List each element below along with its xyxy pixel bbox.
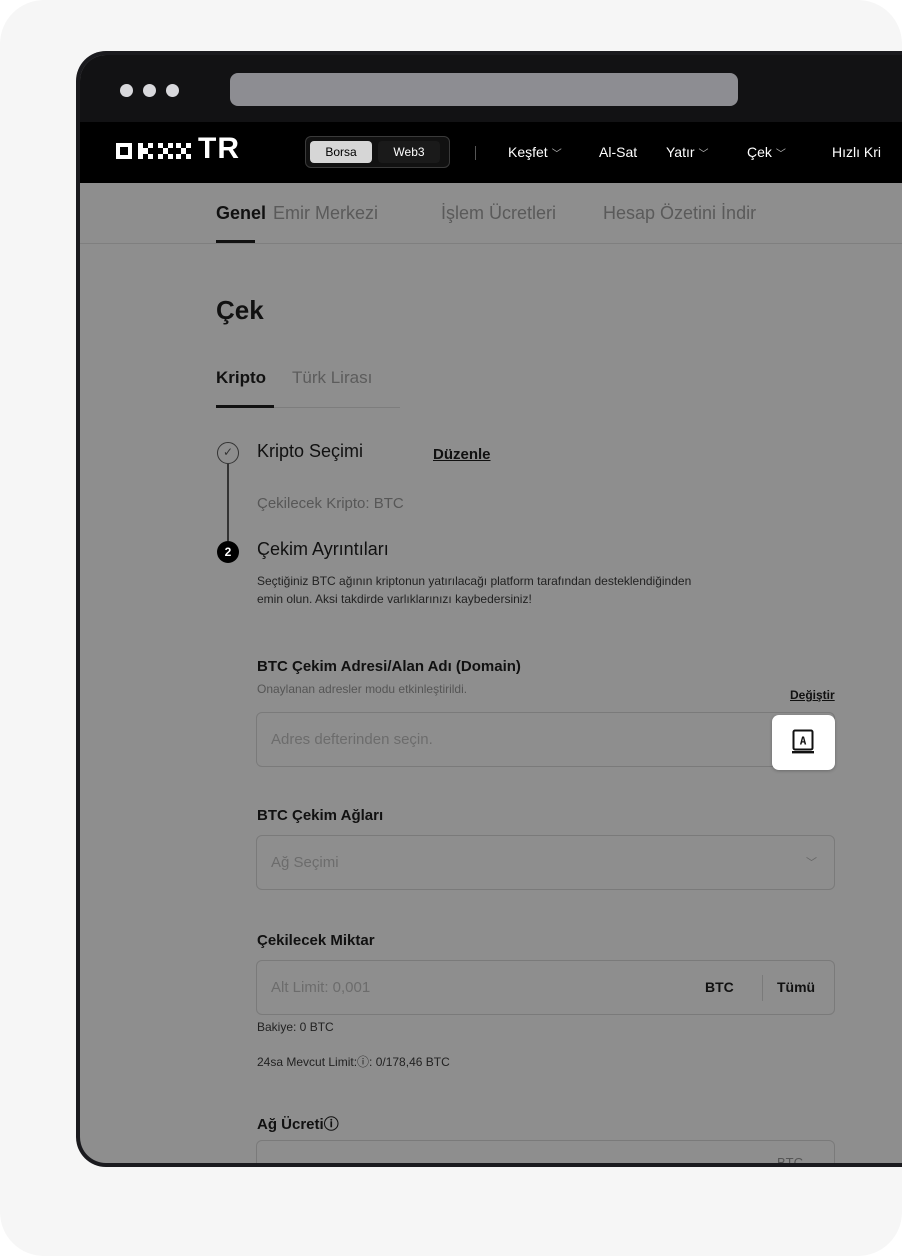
address-label: BTC Çekim Adresi/Alan Adı (Domain)	[257, 658, 521, 675]
amount-unit: BTC	[705, 979, 734, 995]
url-bar[interactable]	[230, 73, 738, 106]
step1-detail: Çekilecek Kripto: BTC	[257, 495, 404, 512]
amount-input[interactable]: Alt Limit: 0,001 BTC Tümü	[256, 960, 835, 1015]
warning-text: Seçtiğiniz BTC ağının kriptonun yatırıla…	[257, 574, 692, 588]
tab-genel[interactable]: Genel	[216, 203, 266, 224]
frame-background: TR Borsa Web3 Keşfet ﹀ Al-Sat Yatır ﹀ Çek ﹀…	[0, 0, 902, 1256]
chevron-down-icon: ﹀	[806, 857, 817, 869]
page-title: Çek	[216, 295, 264, 325]
chevron-down-icon: ﹀	[775, 149, 786, 160]
tab-turk-lirasi[interactable]: Türk Lirası	[292, 368, 372, 388]
segment-switch: Borsa Web3	[305, 136, 450, 168]
warning-text: emin olun. Aksi takdirde varlıklarınızı …	[257, 592, 532, 606]
address-book-button[interactable]: A	[772, 715, 835, 770]
tab-islem-ucretleri[interactable]: İşlem Ücretleri	[441, 203, 556, 224]
site-header: TR Borsa Web3 Keşfet ﹀ Al-Sat Yatır ﹀ Çek ﹀…	[80, 122, 902, 183]
address-book-icon: A	[792, 729, 814, 754]
tab-hesap-ozeti[interactable]: Hesap Özetini İndir	[603, 203, 756, 224]
nav-item-al-sat[interactable]: Al-Sat	[599, 122, 637, 183]
nav-item-cek[interactable]: Çek ﹀	[747, 122, 786, 183]
okx-logo-icon[interactable]	[116, 136, 192, 164]
logo-suffix: TR	[198, 132, 240, 165]
step2-title: Çekim Ayrıntıları	[257, 539, 389, 559]
chevron-down-icon: ﹀	[551, 149, 562, 160]
tab-emir-merkezi[interactable]: Emir Merkezi	[273, 203, 378, 224]
limit-text: 24sa Mevcut Limit:ⓘ: 0/178,46 BTC	[257, 1055, 450, 1069]
browser-window: TR Borsa Web3 Keşfet ﹀ Al-Sat Yatır ﹀ Çek ﹀…	[80, 55, 902, 1163]
step-connector	[227, 464, 229, 541]
amount-label: Çekilecek Miktar	[257, 932, 375, 949]
step-number-badge: 2	[217, 541, 239, 563]
max-amount-button[interactable]: Tümü	[777, 979, 815, 995]
svg-text:A: A	[800, 735, 807, 748]
active-tab-indicator	[216, 240, 255, 243]
browser-chrome	[80, 55, 902, 122]
balance-text: Bakiye: 0 BTC	[257, 1020, 334, 1034]
nav-divider	[475, 146, 476, 160]
fee-unit: BTC	[777, 1155, 803, 1163]
window-dot-icon	[143, 84, 156, 97]
window-dot-icon	[166, 84, 179, 97]
network-placeholder: Ağ Seçimi	[271, 854, 339, 871]
address-input[interactable]: Adres defterinden seçin.	[256, 712, 835, 767]
address-note: Onaylanan adresler modu etkinleştirildi.	[257, 682, 468, 696]
step1-title: Kripto Seçimi	[257, 441, 364, 461]
amount-placeholder: Alt Limit: 0,001	[271, 979, 371, 996]
window-dot-icon	[120, 84, 133, 97]
network-select[interactable]: Ağ Seçimi ﹀	[256, 835, 835, 890]
chevron-down-icon: ﹀	[698, 149, 709, 160]
segment-borsa[interactable]: Borsa	[310, 141, 372, 163]
fee-input[interactable]: BTC	[256, 1140, 835, 1163]
network-label: BTC Çekim Ağları	[257, 807, 384, 824]
info-icon[interactable]: ⓘ	[324, 1116, 339, 1133]
fee-label: Ağ Ücretiⓘ	[257, 1116, 339, 1133]
nav-item-hizli-kripto[interactable]: Hızlı Kri	[832, 122, 881, 183]
address-placeholder: Adres defterinden seçin.	[271, 731, 433, 748]
change-link[interactable]: Değiştir	[790, 688, 835, 702]
edit-link[interactable]: Düzenle	[433, 446, 491, 463]
unit-divider	[762, 975, 763, 1001]
tab-kripto[interactable]: Kripto	[216, 368, 266, 388]
account-subtabs: Genel Emir Merkezi İşlem Ücretleri Hesap…	[80, 183, 902, 244]
nav-item-kesfet[interactable]: Keşfet ﹀	[508, 122, 562, 183]
check-icon: ✓	[217, 442, 239, 464]
nav-item-yatir[interactable]: Yatır ﹀	[666, 122, 709, 183]
segment-web3[interactable]: Web3	[378, 141, 440, 163]
active-tab-indicator	[216, 405, 274, 408]
